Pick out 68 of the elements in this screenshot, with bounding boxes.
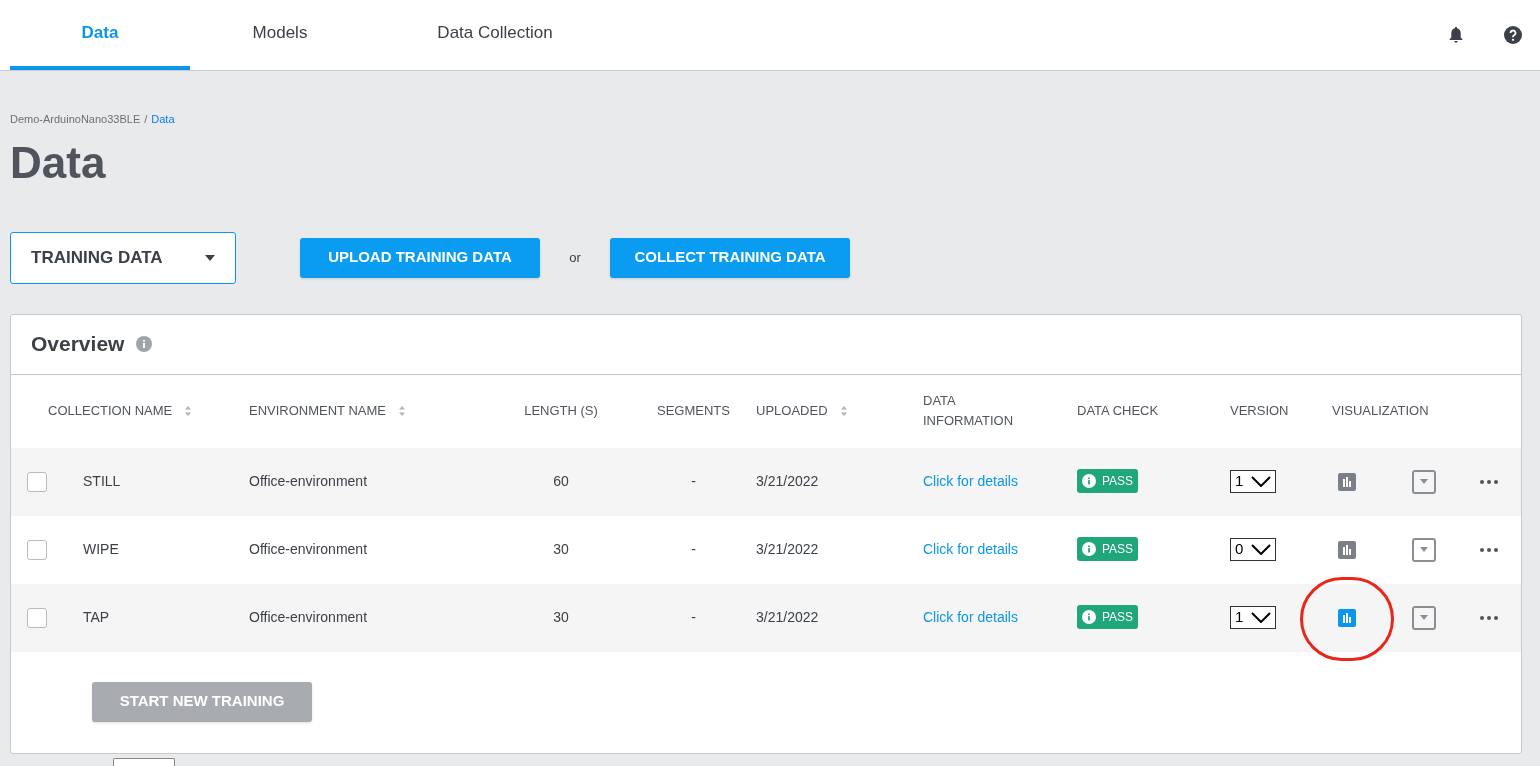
more-icon[interactable] — [1480, 615, 1498, 620]
chevron-down-icon — [1251, 476, 1271, 487]
nav-tab[interactable]: Models — [190, 0, 370, 70]
bell-icon[interactable] — [1448, 26, 1464, 44]
expand-button[interactable] — [1412, 469, 1436, 494]
table-cell: Office-environment — [249, 541, 367, 557]
column-header[interactable]: UPLOADED — [756, 401, 848, 421]
sort-icon[interactable] — [398, 405, 406, 417]
row-checkbox[interactable] — [27, 471, 47, 492]
info-icon — [1082, 542, 1096, 556]
help-icon[interactable] — [1504, 26, 1522, 44]
table-cell: WIPE — [83, 541, 119, 557]
column-header: SEGMENTS — [657, 402, 730, 420]
more-icon[interactable] — [1480, 547, 1498, 552]
caret-icon — [1420, 479, 1428, 484]
page-title: Data — [10, 136, 107, 189]
table-cell: - — [691, 473, 696, 489]
or-label: or — [568, 248, 582, 267]
pass-badge: PASS — [1077, 469, 1139, 493]
caret-icon — [1420, 615, 1428, 620]
card-title: Overview — [31, 331, 125, 358]
expand-button[interactable] — [1412, 537, 1436, 562]
table-cell: 3/21/2022 — [756, 473, 819, 489]
table-cell: Office-environment — [249, 609, 367, 625]
table-cell: 30 — [553, 541, 569, 557]
sort-icon[interactable] — [839, 405, 848, 417]
column-header[interactable]: COLLECTION NAME — [48, 401, 193, 421]
breadcrumb-current: Data — [151, 112, 175, 127]
info-icon — [1082, 474, 1096, 488]
version-select[interactable]: 0 — [1230, 538, 1276, 561]
info-icon — [1082, 610, 1096, 624]
breadcrumb-link[interactable]: Demo-ArduinoNano33BLE — [10, 111, 141, 128]
row-checkbox[interactable] — [27, 607, 47, 628]
expand-button[interactable] — [1412, 605, 1436, 630]
input-field[interactable] — [113, 757, 175, 766]
table-cell: 30 — [553, 609, 569, 625]
caret-icon — [205, 254, 215, 261]
chevron-down-icon — [1251, 544, 1271, 555]
column-header: VERSION — [1230, 402, 1289, 420]
chevron-down-icon — [1251, 612, 1271, 623]
bar-chart-icon[interactable] — [1338, 472, 1356, 491]
table-cell: STILL — [83, 473, 121, 489]
column-header: DATA INFORMATION — [923, 392, 1015, 430]
nav-tab[interactable]: Data Collection — [370, 0, 620, 70]
sort-icon[interactable] — [184, 405, 193, 417]
data-type-dropdown[interactable]: TRAINING DATA — [10, 231, 236, 284]
more-icon[interactable] — [1480, 479, 1498, 484]
column-header: DATA CHECK — [1077, 402, 1159, 420]
table-cell: Office-environment — [249, 473, 367, 489]
caret-icon — [1420, 547, 1428, 552]
row-checkbox[interactable] — [27, 539, 47, 560]
table-cell: TAP — [83, 609, 110, 625]
info-icon[interactable] — [136, 336, 153, 352]
table-cell: 3/21/2022 — [756, 609, 819, 625]
table-cell: 60 — [553, 473, 569, 489]
version-select[interactable]: 1 — [1230, 470, 1276, 493]
table-cell: - — [691, 541, 696, 557]
column-header[interactable]: ENVIRONMENT NAME — [249, 401, 406, 421]
bar-chart-icon[interactable] — [1338, 608, 1356, 627]
pass-badge: PASS — [1077, 537, 1139, 561]
table-cell: 3/21/2022 — [756, 541, 819, 557]
column-header: LENGTH (S) — [524, 402, 598, 420]
breadcrumb-separator: / — [144, 112, 148, 127]
pass-badge: PASS — [1077, 605, 1139, 629]
bar-chart-icon[interactable] — [1338, 540, 1356, 559]
table-cell: - — [691, 609, 696, 625]
version-select[interactable]: 1 — [1230, 606, 1276, 629]
column-header: VISUALIZATION — [1332, 402, 1429, 420]
